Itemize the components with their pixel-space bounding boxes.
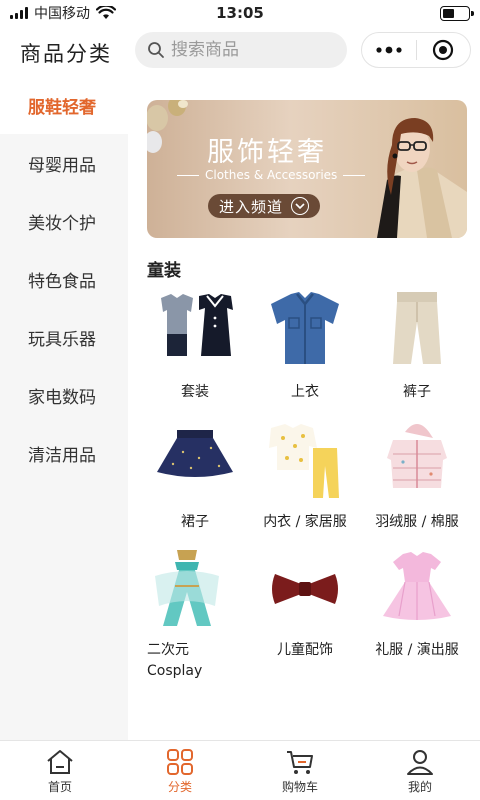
chevron-down-icon [291, 197, 309, 215]
carrier-name: 中国移动 [34, 6, 90, 22]
sidebar-item-cleaning[interactable]: 清洁用品 [0, 424, 128, 482]
header: 商品分类 [0, 26, 480, 76]
subcategory-label-line1: 二次元 [147, 642, 189, 658]
bottom-tab-bar: 首页 分类 购物车 我的 [0, 740, 480, 800]
subcategory-label: 裙子 [181, 514, 209, 530]
search-input[interactable] [171, 40, 331, 60]
cellular-signal-icon [10, 7, 28, 19]
subcategory-item-top[interactable]: 上衣 [246, 288, 364, 403]
cosplay-costume-icon [155, 550, 219, 626]
subcategory-label: 儿童配饰 [277, 642, 333, 658]
pants-icon [393, 292, 441, 364]
subcategory-label: 内衣 / 家居服 [263, 514, 347, 530]
status-bar: 中国移动 13:05 [0, 0, 480, 26]
subcategory-item-kids-accessories[interactable]: 儿童配饰 [246, 546, 364, 661]
sidebar-item-specialty-food[interactable]: 特色食品 [0, 250, 128, 308]
banner-subtitle: Clothes & Accessories [171, 168, 371, 182]
channel-banner[interactable]: 服饰轻奢 Clothes & Accessories 进入频道 [147, 100, 467, 238]
sidebar-item-mother-baby[interactable]: 母婴用品 [0, 134, 128, 192]
model-woman-illustration [377, 118, 467, 238]
search-bar[interactable] [135, 32, 347, 68]
tab-label: 首页 [47, 780, 72, 794]
subcategory-item-formal-dress[interactable]: 礼服 / 演出服 [358, 546, 476, 661]
banner-title: 服饰轻奢 [207, 137, 327, 168]
section-title: 童装 [147, 261, 181, 281]
enter-channel-label: 进入频道 [218, 197, 283, 216]
subcategory-label: 羽绒服 / 棉服 [375, 514, 459, 530]
subcategory-item-cosplay[interactable]: 二次元 Cosplay [128, 546, 246, 682]
user-icon [407, 750, 433, 775]
shirt-icon [271, 292, 339, 364]
close-miniprogram-button[interactable] [417, 33, 470, 67]
category-content: 服饰轻奢 Clothes & Accessories 进入频道 童装 套装 上衣… [128, 76, 480, 704]
tab-label: 购物车 [281, 780, 318, 794]
more-options-button[interactable] [362, 33, 416, 67]
subcategory-label: 上衣 [291, 384, 319, 400]
subcategory-item-pajamas[interactable]: 内衣 / 家居服 [246, 418, 364, 533]
cart-icon [287, 751, 313, 774]
sidebar-item-fashion-luxury[interactable]: 服鞋轻奢 [0, 76, 128, 134]
subcategory-label: 裤子 [403, 384, 431, 400]
balloons-decoration [147, 100, 188, 153]
category-grid-icon [167, 749, 193, 775]
subcategory-item-outfit-set[interactable]: 套装 [136, 288, 254, 403]
tab-label: 我的 [407, 780, 432, 794]
enter-channel-button[interactable]: 进入频道 [208, 194, 320, 218]
sidebar-item-toys-instruments[interactable]: 玩具乐器 [0, 308, 128, 366]
subcategory-item-skirt[interactable]: 裙子 [136, 418, 254, 533]
subcategory-item-down-jacket[interactable]: 羽绒服 / 棉服 [358, 418, 476, 533]
outfit-set-icon [161, 294, 233, 356]
page-title: 商品分类 [20, 42, 112, 66]
pajamas-icon [269, 424, 339, 498]
tab-label: 分类 [167, 780, 192, 794]
battery-icon [440, 6, 474, 21]
wifi-icon [96, 6, 116, 19]
subcategory-label: 二次元 Cosplay [128, 640, 202, 682]
sidebar-item-beauty-care[interactable]: 美妆个护 [0, 192, 128, 250]
sidebar-item-appliances-digital[interactable]: 家电数码 [0, 366, 128, 424]
category-sidebar: 服鞋轻奢 母婴用品 美妆个护 特色食品 玩具乐器 家电数码 清洁用品 [0, 76, 128, 740]
target-circle-icon [433, 39, 454, 61]
tab-home[interactable]: 首页 [0, 741, 120, 800]
subcategory-label: 礼服 / 演出服 [375, 642, 459, 658]
down-jacket-icon [387, 424, 447, 488]
tab-category[interactable]: 分类 [120, 741, 240, 800]
subcategory-label-line2: Cosplay [147, 663, 203, 679]
dress-icon [383, 552, 451, 620]
more-dots-icon [376, 46, 402, 54]
skirt-icon [157, 430, 233, 477]
subcategory-item-pants[interactable]: 裤子 [358, 288, 476, 403]
tab-me[interactable]: 我的 [360, 741, 480, 800]
home-icon [47, 750, 73, 774]
tab-cart[interactable]: 购物车 [240, 741, 360, 800]
search-icon [148, 42, 164, 58]
miniprogram-capsule [361, 32, 471, 68]
bow-tie-icon [272, 574, 338, 604]
subcategory-label: 套装 [181, 384, 209, 400]
